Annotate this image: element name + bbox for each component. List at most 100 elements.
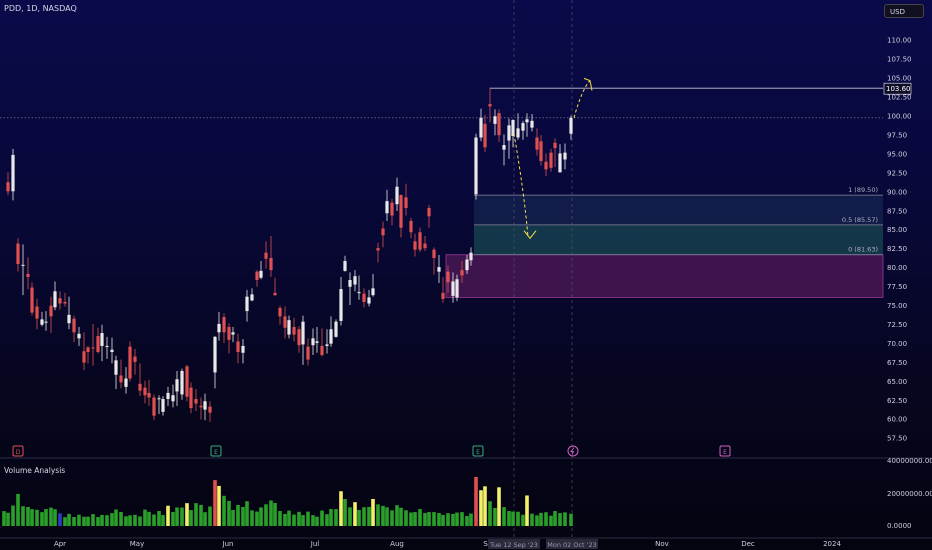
candle-body[interactable] [119, 375, 123, 383]
volume-bar[interactable] [455, 512, 459, 526]
volume-bar[interactable] [474, 476, 478, 526]
candle-body[interactable] [497, 113, 501, 136]
candle-body[interactable] [30, 287, 34, 313]
volume-bar[interactable] [525, 495, 529, 526]
volume-bar[interactable] [86, 516, 90, 526]
volume-bar[interactable] [535, 515, 539, 526]
volume-bar[interactable] [348, 507, 352, 526]
volume-bar[interactable] [329, 509, 333, 526]
candle-body[interactable] [329, 329, 333, 344]
candle-body[interactable] [227, 326, 231, 340]
volume-bar[interactable] [11, 505, 15, 526]
candle-body[interactable] [427, 207, 431, 217]
candle-body[interactable] [530, 120, 534, 128]
volume-bar[interactable] [390, 510, 394, 526]
candle-body[interactable] [385, 201, 389, 214]
volume-bar[interactable] [194, 503, 198, 526]
volume-bar[interactable] [376, 504, 380, 526]
candle-body[interactable] [241, 345, 245, 353]
volume-bar[interactable] [124, 516, 128, 526]
candle-body[interactable] [245, 296, 249, 312]
candle-body[interactable] [273, 292, 277, 296]
candle-body[interactable] [255, 271, 259, 280]
volume-bar[interactable] [339, 491, 343, 526]
candle-body[interactable] [455, 279, 459, 298]
volume-bar[interactable] [166, 505, 170, 526]
volume-bar[interactable] [521, 514, 525, 526]
candle-body[interactable] [292, 326, 296, 335]
candle-body[interactable] [231, 332, 235, 335]
candle-body[interactable] [250, 294, 254, 301]
candle-body[interactable] [114, 360, 118, 375]
volume-bar[interactable] [553, 511, 557, 526]
volume-bar[interactable] [549, 515, 553, 526]
candle-body[interactable] [339, 289, 343, 321]
volume-bar[interactable] [306, 511, 310, 526]
volume-bar[interactable] [203, 512, 207, 526]
candle-body[interactable] [418, 232, 422, 250]
currency-button[interactable]: USD [884, 4, 924, 18]
candle-body[interactable] [460, 270, 464, 276]
candle-body[interactable] [100, 333, 104, 346]
candle-body[interactable] [63, 301, 67, 304]
volume-bar[interactable] [437, 512, 441, 526]
volume-bar[interactable] [138, 516, 142, 526]
candle-body[interactable] [451, 281, 455, 296]
volume-bar[interactable] [40, 512, 44, 526]
projection-up-path[interactable] [573, 80, 591, 118]
volume-bar[interactable] [558, 513, 562, 526]
candle-body[interactable] [152, 397, 156, 416]
candle-body[interactable] [213, 336, 217, 373]
volume-bar[interactable] [63, 517, 67, 526]
volume-bar[interactable] [511, 511, 515, 526]
candle-body[interactable] [553, 142, 557, 149]
volume-bar[interactable] [44, 509, 48, 526]
volume-bar[interactable] [357, 509, 361, 526]
candle-body[interactable] [58, 298, 62, 304]
volume-bar[interactable] [6, 512, 10, 526]
candle-body[interactable] [175, 379, 179, 392]
volume-bar[interactable] [418, 509, 422, 526]
candle-body[interactable] [203, 401, 207, 410]
candle-body[interactable] [357, 292, 361, 294]
candle-body[interactable] [488, 104, 492, 107]
volume-bar[interactable] [77, 514, 81, 526]
candle-body[interactable] [390, 202, 394, 216]
volume-bar[interactable] [446, 513, 450, 526]
volume-bar[interactable] [483, 486, 487, 526]
candle-body[interactable] [96, 336, 100, 352]
candle-body[interactable] [539, 141, 543, 161]
volume-bar[interactable] [353, 502, 357, 526]
volume-bar[interactable] [152, 514, 156, 526]
volume-bar[interactable] [325, 514, 329, 526]
candle-body[interactable] [208, 406, 212, 413]
volume-bar[interactable] [278, 510, 282, 526]
volume-bar[interactable] [250, 510, 254, 526]
candle-body[interactable] [343, 261, 347, 271]
volume-bar[interactable] [171, 511, 175, 526]
candle-body[interactable] [217, 323, 221, 333]
candle-body[interactable] [376, 248, 380, 251]
candle-body[interactable] [371, 288, 375, 296]
volume-bar[interactable] [362, 507, 366, 526]
candle-body[interactable] [138, 383, 142, 391]
volume-bar[interactable] [297, 511, 301, 526]
candle-body[interactable] [67, 314, 71, 324]
price-chart[interactable]: 1 (89.50) 0.5 (85.57) 0 (81.63) 40000000.0… [0, 0, 932, 550]
volume-bar[interactable] [58, 513, 62, 526]
candle-body[interactable] [171, 395, 175, 402]
volume-bar[interactable] [236, 504, 240, 526]
volume-bar[interactable] [264, 504, 268, 526]
volume-bar[interactable] [114, 509, 118, 526]
candle-body[interactable] [53, 291, 57, 308]
candle-body[interactable] [423, 243, 427, 249]
candle-body[interactable] [441, 292, 445, 299]
volume-bar[interactable] [26, 507, 30, 526]
volume-bar[interactable] [287, 510, 291, 526]
volume-bar[interactable] [371, 498, 375, 526]
volume-bar[interactable] [404, 510, 408, 526]
candle-body[interactable] [278, 308, 282, 317]
candle-body[interactable] [413, 241, 417, 250]
candle-body[interactable] [26, 273, 30, 277]
volume-bar[interactable] [273, 503, 277, 526]
